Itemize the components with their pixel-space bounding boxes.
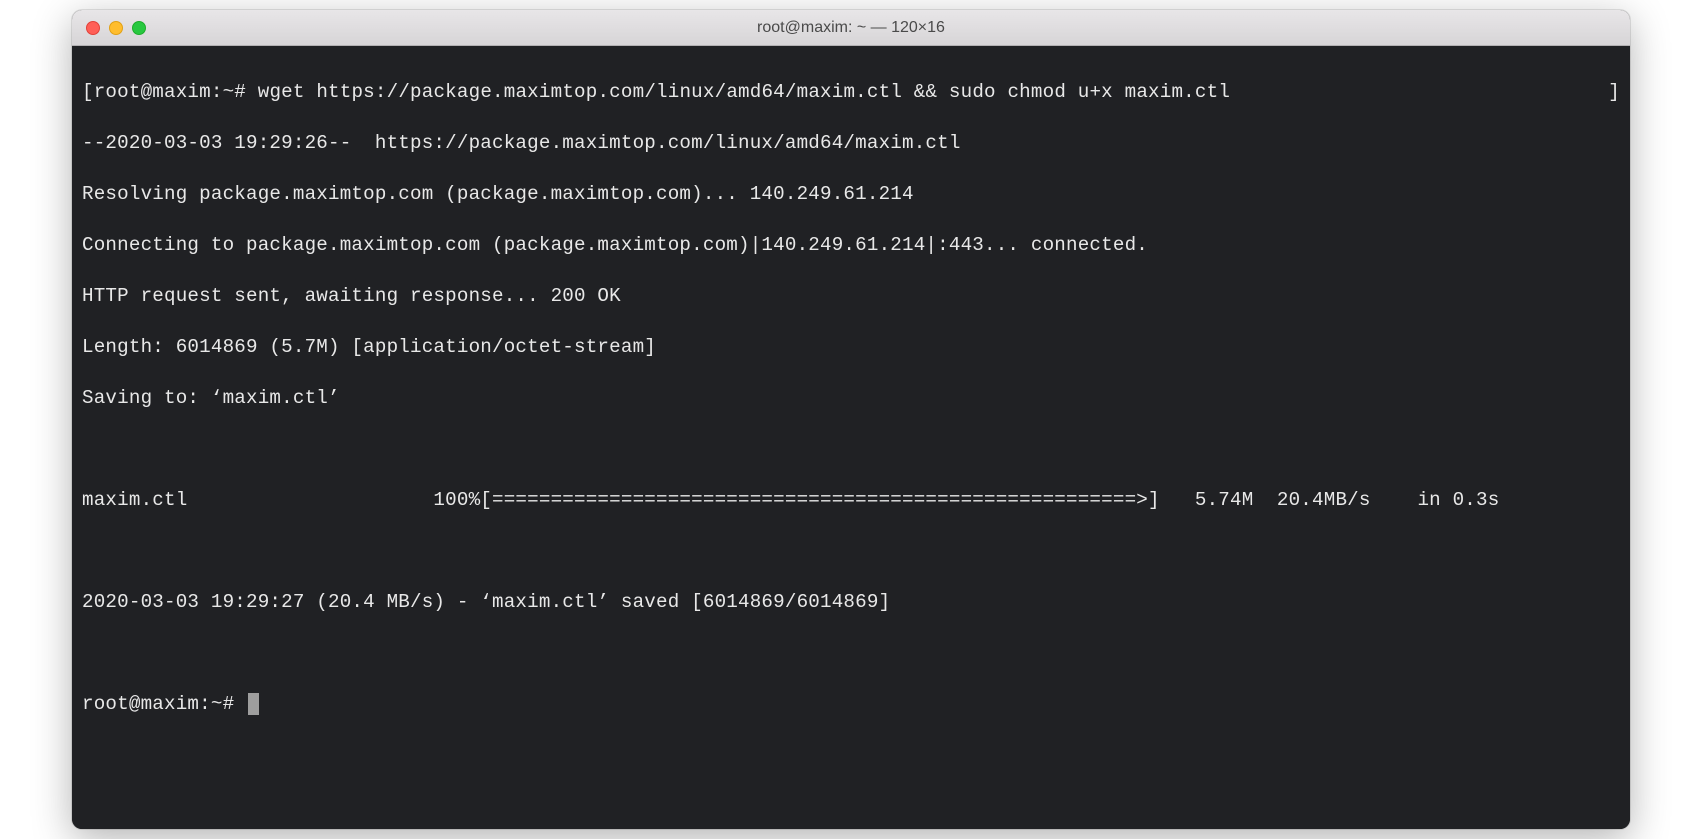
- output-line: --2020-03-03 19:29:26-- https://package.…: [82, 131, 1620, 157]
- command-text: wget https://package.maximtop.com/linux/…: [246, 80, 1230, 106]
- prompt-line: root@maxim:~#: [82, 692, 1620, 718]
- progress-line: maxim.ctl 100%[=========================…: [82, 488, 1620, 514]
- output-line: HTTP request sent, awaiting response... …: [82, 284, 1620, 310]
- prompt-path: ~#: [223, 80, 246, 106]
- prompt-text: root@maxim:~#: [82, 693, 246, 715]
- prompt-bracket-close: ]: [1230, 80, 1620, 106]
- output-blank: [82, 641, 1620, 667]
- cursor-icon: [248, 693, 259, 715]
- terminal-body[interactable]: [root@maxim:~# wget https://package.maxi…: [72, 46, 1630, 829]
- maximize-icon[interactable]: [132, 21, 146, 35]
- output-line: Connecting to package.maximtop.com (pack…: [82, 233, 1620, 259]
- output-blank: [82, 539, 1620, 565]
- traffic-lights: [72, 21, 146, 35]
- output-line: Saving to: ‘maxim.ctl’: [82, 386, 1620, 412]
- output-line: Length: 6014869 (5.7M) [application/octe…: [82, 335, 1620, 361]
- close-icon[interactable]: [86, 21, 100, 35]
- titlebar[interactable]: root@maxim: ~ — 120×16: [72, 10, 1630, 46]
- prompt-sep: :: [211, 80, 223, 106]
- terminal-window: root@maxim: ~ — 120×16 [root@maxim:~# wg…: [72, 10, 1630, 829]
- output-line: Resolving package.maximtop.com (package.…: [82, 182, 1620, 208]
- window-title: root@maxim: ~ — 120×16: [72, 19, 1630, 37]
- output-blank: [82, 437, 1620, 463]
- output-line: 2020-03-03 19:29:27 (20.4 MB/s) - ‘maxim…: [82, 590, 1620, 616]
- minimize-icon[interactable]: [109, 21, 123, 35]
- prompt-bracket-open: [: [82, 80, 94, 106]
- prompt-user: root@maxim: [94, 80, 211, 106]
